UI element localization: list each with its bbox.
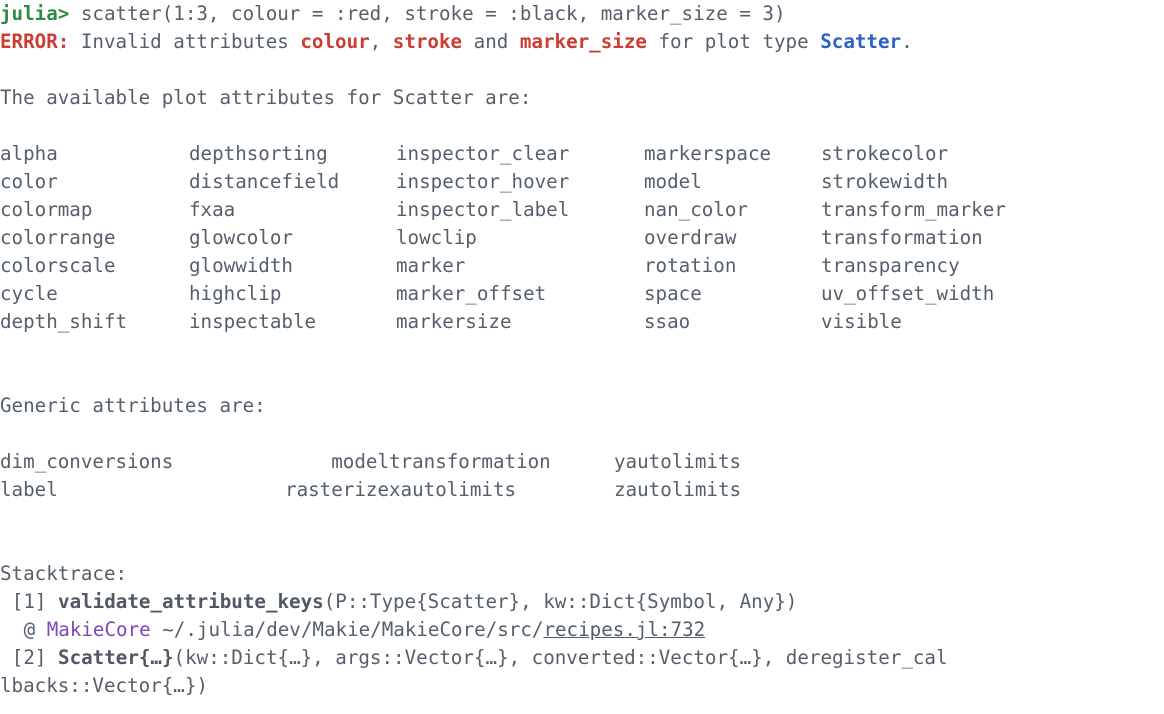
attribute-name: overdraw [644,226,737,249]
frame-signature-2-line2: lbacks::Vector{…}) [0,674,208,697]
error-period: . [901,30,913,53]
attribute-name: markersize [396,310,512,333]
attribute-name: transformation [821,226,983,249]
frame-signature-2-line1: (kw::Dict{…}, args::Vector{…}, converted… [173,646,948,669]
attribute-name: colorscale [0,254,116,277]
attribute-name: colormap [0,198,93,221]
attribute-name: markerspace [644,142,772,165]
source-file-link[interactable]: recipes.jl:732 [543,618,705,641]
stacktrace-frame-2-wrap: lbacks::Vector{…}) [0,672,1164,700]
attribute-name: inspector_clear [396,142,570,165]
at-symbol: @ [23,618,36,641]
error-label: ERROR: [0,30,70,53]
attribute-name: transparency [821,254,960,277]
attribute-name: ssao [644,310,691,333]
attribute-row: colorscale glowwidth marker rotation transpa… [0,252,1164,280]
bad-attribute-stroke: stroke [392,30,463,53]
generic-attribute-name: label [0,478,58,501]
attribute-name: transform_marker [821,198,1006,221]
attribute-name: highclip [189,282,282,305]
attribute-name: model [644,170,702,193]
stacktrace-frame-1: [1] validate_attribute_keys(P::Type{Scat… [0,588,1164,616]
attribute-row: color distancefield inspector_hover model st… [0,168,1164,196]
generic-attribute-name: zautolimits [614,478,742,501]
attribute-name: strokewidth [821,170,949,193]
error-text-before: Invalid attributes [69,30,301,53]
attribute-row: alpha depthsorting inspector_clear markersp… [0,140,1164,168]
attribute-row: depth_shift inspectable markersize ssao visi… [0,308,1164,336]
attribute-name: depth_shift [0,310,128,333]
generic-attribute-row: label rasterizexautolimits zautolimits [0,476,1164,504]
attribute-name: inspectable [189,310,317,333]
attribute-name: marker [396,254,466,277]
bad-attribute-marker-size: marker_size [519,30,647,53]
attribute-name: marker_offset [396,282,547,305]
generic-attribute-name: dim_conversions [0,450,174,473]
attribute-name: depthsorting [189,142,328,165]
attribute-name: glowcolor [189,226,293,249]
repl-command-line: julia> scatter(1:3, colour = :red, strok… [0,0,1164,28]
julia-prompt: julia> [0,2,70,25]
module-name-makiecore: MakieCore [46,618,151,641]
stacktrace-frame-2: [2] Scatter{…}(kw::Dict{…}, args::Vector… [0,644,1164,672]
attribute-name: visible [821,310,902,333]
error-text-middle: for plot type [646,30,821,53]
attribute-name: uv_offset_width [821,282,995,305]
repl-command-text: scatter(1:3, colour = :red, stroke = :bl… [69,2,786,25]
generic-attribute-name: yautolimits [614,450,742,473]
attribute-row: colormap fxaa inspector_label nan_color tran… [0,196,1164,224]
frame-function-1: validate_attribute_keys [58,590,324,613]
terminal-output: julia> scatter(1:3, colour = :red, strok… [0,0,1164,710]
generic-attribute-name: xautolimits [389,478,517,501]
error-sep-comma: , [369,30,393,53]
plot-attributes-table: alpha depthsorting inspector_clear markersp… [0,140,1164,336]
frame-function-2: Scatter{…} [58,646,174,669]
bad-attribute-colour: colour [300,30,370,53]
stacktrace-heading: Stacktrace: [0,562,128,585]
attribute-name: distancefield [189,170,340,193]
attribute-name: glowwidth [189,254,293,277]
attribute-name: fxaa [189,198,236,221]
plot-type-name: Scatter [820,30,902,53]
stacktrace-cutoff-line [0,700,1164,714]
attribute-name: cycle [0,282,58,305]
generic-attribute-name: rasterize [285,478,389,501]
attribute-name: inspector_hover [396,170,570,193]
attribute-name: rotation [644,254,737,277]
attribute-name: alpha [0,142,58,165]
generic-attributes-heading: Generic attributes are: [0,394,266,417]
attribute-name: space [644,282,702,305]
source-path-prefix: ~/.julia/dev/Makie/MakieCore/src/ [150,618,544,641]
error-sep-and: and [462,30,520,53]
stacktrace-frame-1-location: @ MakieCore ~/.julia/dev/Makie/MakieCore… [0,616,1164,644]
frame-signature-1: (P::Type{Scatter}, kw::Dict{Symbol, Any}… [323,590,798,613]
attribute-name: inspector_label [396,198,570,221]
plot-attributes-heading: The available plot attributes for Scatte… [0,86,532,109]
attribute-name: colorrange [0,226,116,249]
attribute-name: nan_color [644,198,748,221]
attribute-name: strokecolor [821,142,949,165]
generic-attribute-name: transformation [389,450,551,473]
generic-attributes-table: dim_conversions modeltransformation yautol… [0,448,1164,504]
attribute-row: colorrange glowcolor lowclip overdraw transf… [0,224,1164,252]
attribute-name: lowclip [396,226,477,249]
frame-index-1: [1] [11,590,47,613]
frame-index-2: [2] [11,646,47,669]
generic-attribute-row: dim_conversions modeltransformation yautol… [0,448,1164,476]
attribute-row: cycle highclip marker_offset space uv_offset… [0,280,1164,308]
error-line: ERROR: Invalid attributes colour, stroke… [0,28,1164,56]
generic-attribute-name: model [331,450,389,473]
attribute-name: color [0,170,58,193]
